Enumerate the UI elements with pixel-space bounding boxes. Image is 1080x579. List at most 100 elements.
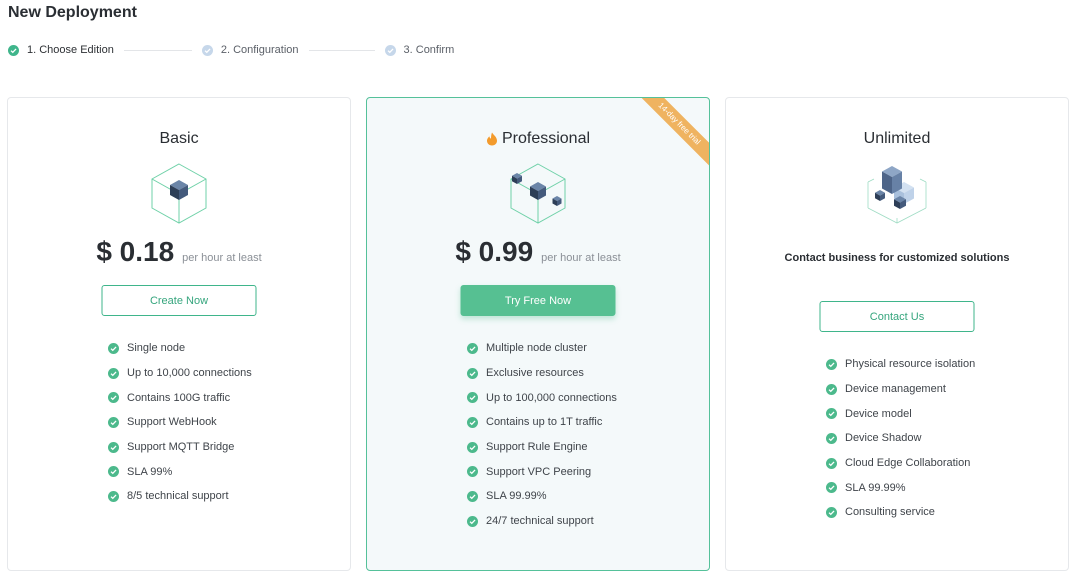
step-label: 3. Confirm <box>403 44 455 56</box>
flame-icon <box>486 132 498 146</box>
feature-list: Single node Up to 10,000 connections Conta… <box>108 336 252 509</box>
plan-price: $ 0.18 per hour at least <box>8 236 350 268</box>
feature-item: Cloud Edge Collaboration <box>826 451 975 476</box>
check-circle-icon <box>467 441 478 453</box>
feature-label: Multiple node cluster <box>486 342 587 355</box>
step-connector <box>123 49 192 51</box>
price-amount: $ 0.18 <box>96 236 175 267</box>
single-cube-icon <box>151 163 207 224</box>
check-circle-icon <box>467 515 478 527</box>
check-circle-icon <box>467 466 478 478</box>
plan-title: Unlimited <box>726 130 1068 148</box>
feature-item: Up to 100,000 connections <box>467 385 617 410</box>
check-circle-icon <box>826 383 837 395</box>
feature-item: Device management <box>826 377 975 402</box>
feature-item: Contains up to 1T traffic <box>467 410 617 435</box>
check-circle-icon <box>826 457 837 469</box>
check-circle-icon <box>8 44 19 56</box>
check-circle-icon <box>467 367 478 379</box>
step-configuration[interactable]: 2. Configuration <box>201 44 299 56</box>
check-circle-icon <box>108 466 119 478</box>
feature-label: Contains up to 1T traffic <box>486 416 603 429</box>
feature-item: SLA 99.99% <box>467 484 617 509</box>
feature-item: Single node <box>108 336 252 361</box>
plan-title-text: Unlimited <box>863 130 931 147</box>
plan-title: Professional <box>367 130 709 148</box>
feature-item: Support MQTT Bridge <box>108 435 252 460</box>
feature-label: Up to 10,000 connections <box>127 367 252 380</box>
feature-item: Exclusive resources <box>467 361 617 386</box>
feature-item: Support Rule Engine <box>467 435 617 460</box>
plan-title-text: Basic <box>159 130 199 147</box>
check-circle-icon <box>467 342 478 354</box>
feature-list: Multiple node cluster Exclusive resources… <box>467 336 617 534</box>
check-circle-icon <box>108 367 119 379</box>
feature-label: 24/7 technical support <box>486 515 594 528</box>
check-circle-icon <box>108 416 119 428</box>
feature-label: SLA 99.99% <box>845 481 906 494</box>
check-circle-icon <box>826 506 837 518</box>
feature-item: Physical resource isolation <box>826 352 975 377</box>
feature-label: Up to 100,000 connections <box>486 391 617 404</box>
feature-item: 24/7 technical support <box>467 509 617 534</box>
try-free-now-button[interactable]: Try Free Now <box>460 285 616 316</box>
contact-us-button[interactable]: Contact Us <box>819 301 975 332</box>
feature-label: Single node <box>127 342 186 355</box>
feature-label: Cloud Edge Collaboration <box>845 457 971 470</box>
check-circle-icon <box>826 358 837 370</box>
create-now-button[interactable]: Create Now <box>101 285 257 316</box>
feature-label: Exclusive resources <box>486 367 584 380</box>
feature-item: Support VPC Peering <box>467 459 617 484</box>
feature-item: Support WebHook <box>108 410 252 435</box>
step-confirm[interactable]: 3. Confirm <box>384 44 455 56</box>
feature-item: Device model <box>826 401 975 426</box>
feature-item: Device Shadow <box>826 426 975 451</box>
step-connector <box>308 49 375 51</box>
check-circle-icon <box>467 416 478 428</box>
plan-price: $ 0.99 per hour at least <box>367 236 709 268</box>
feature-item: Consulting service <box>826 500 975 525</box>
feature-label: 8/5 technical support <box>127 490 229 503</box>
feature-item: SLA 99.99% <box>826 475 975 500</box>
deployment-steps: 1. Choose Edition 2. Configuration 3. Co… <box>8 42 454 58</box>
price-note: per hour at least <box>541 252 621 264</box>
feature-label: Support Rule Engine <box>486 441 588 454</box>
plan-card-unlimited: Unlimited Contact business for customize… <box>725 97 1069 571</box>
check-circle-icon <box>108 342 119 354</box>
check-circle-icon <box>826 432 837 444</box>
check-circle-icon <box>201 44 213 56</box>
feature-label: Support WebHook <box>127 416 217 429</box>
feature-item: 8/5 technical support <box>108 484 252 509</box>
feature-label: Device management <box>845 383 946 396</box>
plan-title: Basic <box>8 130 350 148</box>
check-circle-icon <box>108 441 119 453</box>
feature-label: Support VPC Peering <box>486 465 592 478</box>
step-choose-edition[interactable]: 1. Choose Edition <box>8 44 114 56</box>
step-label: 2. Configuration <box>220 44 299 56</box>
multi-cube-icon <box>510 163 566 224</box>
feature-item: SLA 99% <box>108 459 252 484</box>
check-circle-icon <box>467 490 478 502</box>
feature-label: Device Shadow <box>845 432 922 445</box>
feature-label: SLA 99.99% <box>486 490 547 503</box>
price-amount: $ 0.99 <box>455 236 534 267</box>
cube-stack-icon <box>867 166 927 224</box>
feature-item: Up to 10,000 connections <box>108 361 252 386</box>
check-circle-icon <box>384 44 396 56</box>
check-circle-icon <box>826 408 837 420</box>
feature-label: Physical resource isolation <box>845 358 976 371</box>
feature-label: Device model <box>845 407 912 420</box>
feature-item: Multiple node cluster <box>467 336 617 361</box>
check-circle-icon <box>108 392 119 404</box>
feature-label: SLA 99% <box>127 465 173 478</box>
feature-label: Support MQTT Bridge <box>127 441 235 454</box>
feature-label: Contains 100G traffic <box>127 391 231 404</box>
contact-note: Contact business for customized solution… <box>784 252 1010 264</box>
step-label: 1. Choose Edition <box>27 44 114 56</box>
page-title: New Deployment <box>8 4 137 21</box>
plan-card-professional: 14-day free trial Professional $ 0.99 pe… <box>366 97 710 571</box>
feature-list: Physical resource isolation Device manage… <box>826 352 975 525</box>
plan-card-basic: Basic $ 0.18 per hour at least Create No… <box>7 97 351 571</box>
check-circle-icon <box>108 490 119 502</box>
plan-title-text: Professional <box>501 130 591 147</box>
